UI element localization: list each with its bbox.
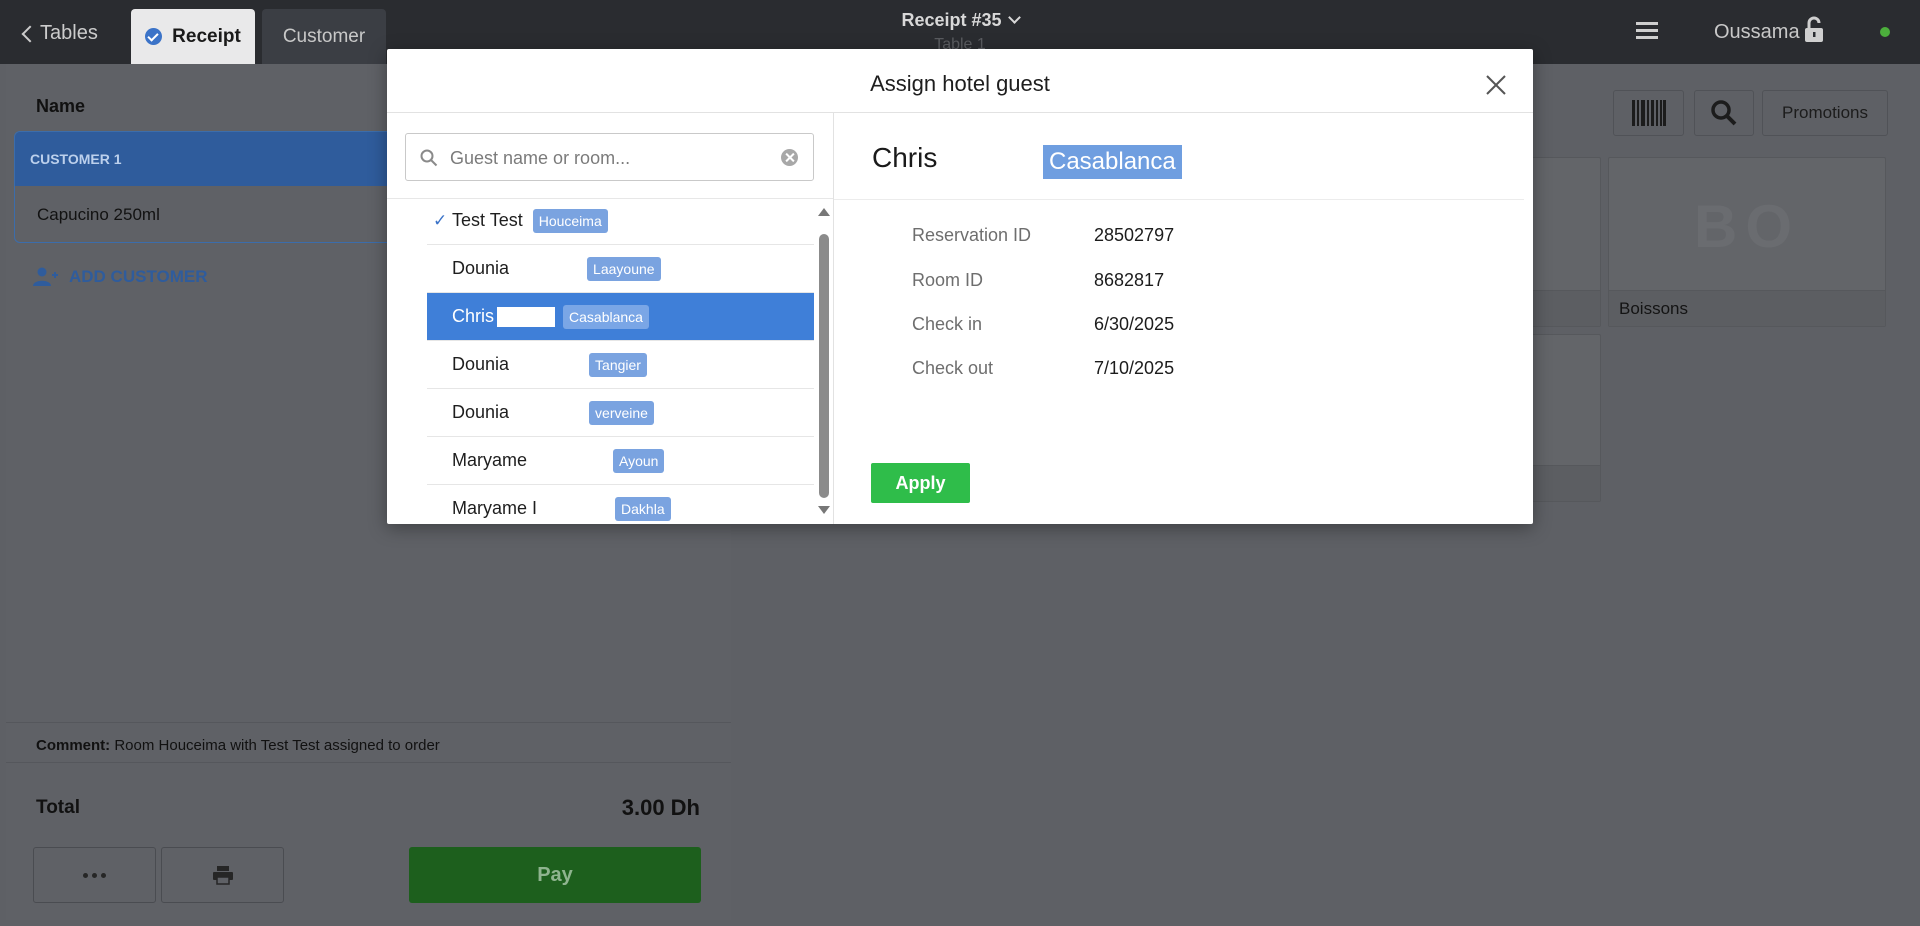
chevron-down-icon	[1007, 11, 1021, 24]
comment-text: Room Houceima with Test Test assigned to…	[114, 737, 440, 754]
category-abbreviation: BO	[1694, 193, 1800, 260]
room-tag: Dakhla	[615, 496, 671, 521]
apply-button[interactable]: Apply	[871, 463, 970, 503]
redacted-surname	[497, 306, 556, 327]
guest-search-field[interactable]	[405, 133, 814, 181]
category-tile-boissons[interactable]: BO Boissons	[1608, 157, 1886, 327]
guest-name: Chris	[452, 306, 495, 326]
more-options-button[interactable]	[33, 847, 156, 903]
divider	[833, 113, 834, 524]
product-tile-label	[1527, 290, 1600, 326]
guest-list-item[interactable]: Dounia Laayoune	[427, 245, 814, 293]
total-value: 3.00 Dh	[621, 795, 700, 820]
detail-value: 28502797	[1094, 225, 1175, 245]
close-icon[interactable]	[1485, 74, 1507, 96]
detail-label: Reservation ID	[912, 225, 1032, 245]
scroll-down-arrow-icon[interactable]	[818, 506, 830, 514]
redacted-surname	[509, 354, 582, 375]
detail-label: Room ID	[912, 270, 984, 290]
add-customer-label: ADD CUSTOMER	[69, 267, 208, 286]
scrollbar-thumb[interactable]	[819, 234, 829, 498]
selected-guest-name: Chris	[872, 142, 938, 173]
guest-list-item[interactable]: Maryame I Dakhla	[427, 485, 814, 524]
room-tag: Casablanca	[563, 304, 649, 329]
ellipsis-icon	[83, 872, 88, 878]
assign-hotel-guest-dialog: Assign hotel guest ✓ Test Test Houceima …	[387, 49, 1533, 524]
room-tag: Houceima	[532, 208, 608, 233]
print-button[interactable]	[161, 847, 284, 903]
promotions-button[interactable]: Promotions	[1762, 90, 1888, 136]
barcode-scan-button[interactable]	[1613, 90, 1684, 136]
detail-value: 8682817	[1094, 270, 1165, 290]
add-user-icon	[33, 267, 58, 286]
product-tile[interactable]	[1526, 157, 1601, 327]
guest-name: Test Test	[452, 210, 523, 230]
guest-list-item[interactable]: Dounia verveine	[427, 389, 814, 437]
checkmark-icon: ✓	[433, 210, 448, 230]
total-label: Total	[36, 797, 80, 818]
room-tag: Ayoun	[613, 448, 665, 473]
guest-list-item[interactable]: Maryame Ayoun	[427, 437, 814, 485]
divider	[6, 722, 731, 723]
online-status-dot	[1880, 27, 1890, 37]
redacted-surname	[509, 402, 582, 423]
order-comment: Comment: Room Houceima with Test Test as…	[36, 737, 440, 754]
check-circle-icon	[145, 28, 163, 45]
detail-value: 6/30/2025	[1094, 314, 1175, 334]
guest-name: Dounia	[452, 354, 510, 374]
guest-list-item[interactable]: ✓ Test Test Houceima	[427, 199, 814, 245]
guest-name: Maryame I	[452, 498, 538, 518]
guest-list[interactable]: ✓ Test Test Houceima Dounia Laayoune Chr…	[427, 199, 814, 524]
barcode-icon	[1631, 100, 1666, 126]
scroll-up-arrow-icon[interactable]	[818, 208, 830, 216]
divider	[834, 199, 1524, 200]
chevron-left-icon	[21, 25, 39, 42]
add-customer-button[interactable]: ADD CUSTOMER	[33, 267, 208, 287]
redacted-surname	[529, 450, 606, 471]
guest-search-input[interactable]	[450, 144, 770, 172]
divider	[387, 112, 1533, 113]
selected-guest-room: Casablanca	[1043, 145, 1182, 179]
redacted-surname	[539, 498, 608, 519]
back-to-tables-button[interactable]: Tables	[21, 20, 98, 46]
unlock-icon[interactable]	[1804, 16, 1824, 44]
guest-list-item[interactable]: Dounia Tangier	[427, 341, 814, 389]
product-search-button[interactable]	[1694, 90, 1754, 136]
detail-label: Check in	[912, 314, 983, 334]
back-label: Tables	[40, 21, 98, 44]
receipt-title: Receipt #35	[901, 10, 1002, 30]
room-tag: Laayoune	[587, 256, 661, 281]
pay-button[interactable]: Pay	[409, 847, 701, 903]
search-icon	[420, 149, 438, 167]
receipt-title-dropdown[interactable]: Receipt #35	[880, 10, 1040, 31]
guest-list-item-selected[interactable]: Chris Casablanca	[427, 293, 814, 341]
clear-search-icon[interactable]	[781, 149, 798, 166]
comment-label: Comment:	[36, 737, 111, 754]
printer-icon	[212, 866, 233, 885]
guest-name: Maryame	[452, 450, 528, 470]
tab-customer-label: Customer	[282, 25, 366, 47]
detail-value: 7/10/2025	[1094, 358, 1175, 378]
tab-customer[interactable]: Customer	[262, 9, 386, 64]
dialog-title: Assign hotel guest	[870, 71, 1050, 96]
search-icon	[1711, 100, 1737, 126]
room-tag: verveine	[589, 400, 654, 425]
guest-name: Dounia	[452, 402, 510, 422]
detail-label: Check out	[912, 358, 994, 378]
product-tile-label	[1527, 465, 1600, 501]
user-name[interactable]: Oussama	[1714, 21, 1800, 44]
guest-name: Dounia	[452, 258, 510, 278]
divider	[6, 762, 731, 763]
category-label: Boissons	[1609, 290, 1885, 326]
name-column-header: Name	[36, 96, 86, 116]
redacted-surname	[509, 258, 580, 279]
product-tile[interactable]	[1526, 334, 1601, 502]
room-tag: Tangier	[589, 352, 647, 377]
tab-receipt-label: Receipt	[172, 25, 241, 47]
menu-icon[interactable]	[1636, 22, 1658, 40]
tab-receipt[interactable]: Receipt	[131, 9, 255, 64]
